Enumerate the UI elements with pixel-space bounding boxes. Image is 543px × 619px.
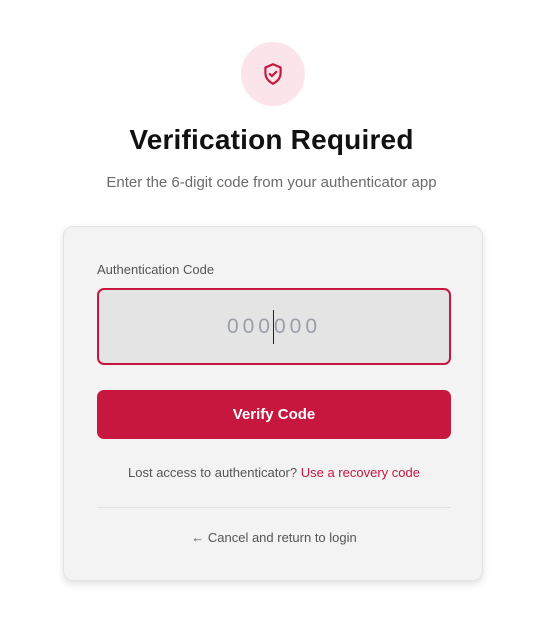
page-subtitle: Enter the 6-digit code from your authent… — [106, 174, 437, 191]
code-input[interactable] — [99, 290, 449, 363]
verification-card: Authentication Code Verify Code Lost acc… — [63, 226, 483, 581]
verify-code-button[interactable]: Verify Code — [97, 390, 451, 439]
code-field-label: Authentication Code — [97, 262, 215, 277]
divider — [97, 507, 451, 508]
recovery-prompt: Lost access to authenticator? — [128, 465, 301, 480]
recovery-code-link[interactable]: Use a recovery code — [301, 465, 420, 480]
code-field-wrapper — [97, 288, 451, 365]
text-caret — [273, 310, 274, 344]
page-title: Verification Required — [129, 124, 414, 155]
shield-badge — [241, 42, 305, 106]
recovery-line: Lost access to authenticator? Use a reco… — [64, 465, 484, 480]
verification-page: Verification Required Enter the 6-digit … — [0, 0, 543, 619]
cancel-return-link[interactable]: ← Cancel and return to login — [64, 530, 484, 545]
shield-check-icon — [264, 63, 282, 85]
